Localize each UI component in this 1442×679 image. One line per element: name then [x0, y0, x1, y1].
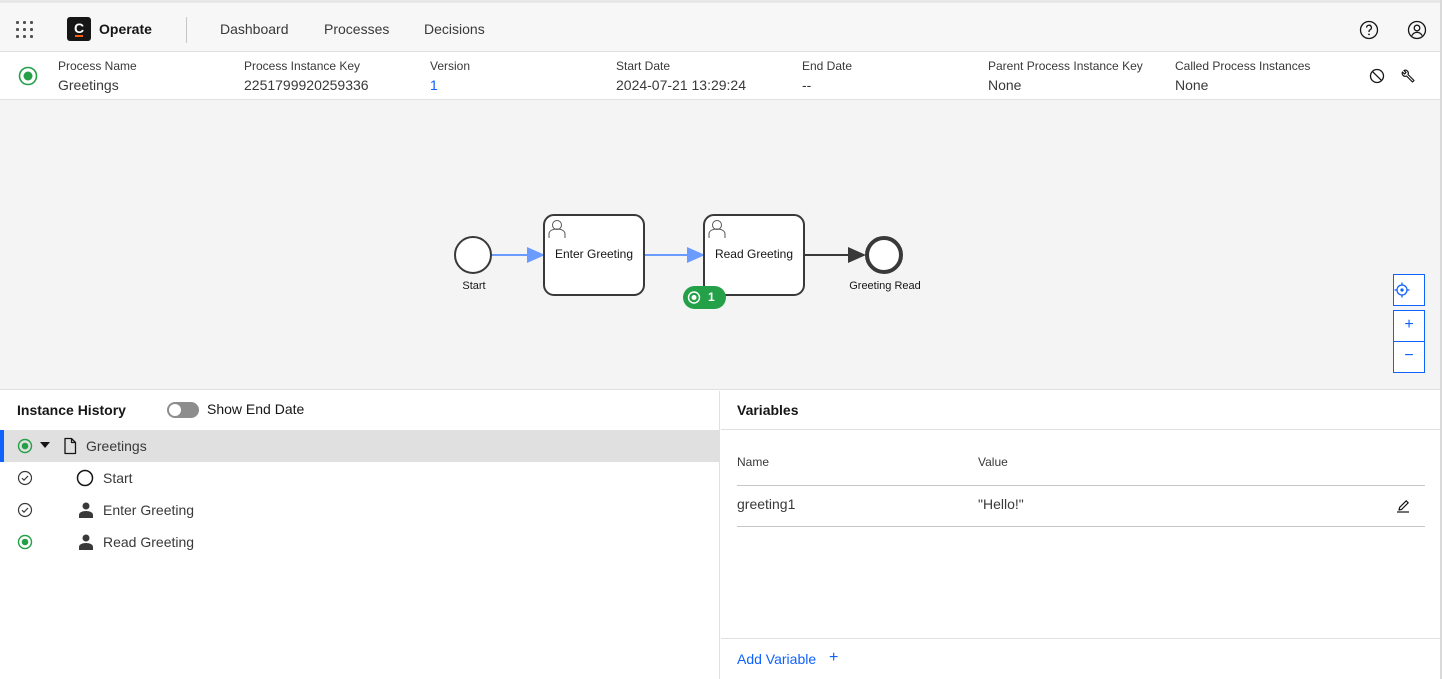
instance-history-panel: Instance History Show End Date Greetings… [0, 391, 720, 679]
camunda-logo[interactable]: C [67, 17, 91, 41]
start-event[interactable] [454, 236, 492, 274]
process-name-field: Process Name Greetings [58, 58, 137, 94]
app-name[interactable]: Operate [99, 21, 152, 37]
zoom-out-icon: − [1404, 347, 1414, 364]
field-label: End Date [802, 59, 853, 73]
start-date-field: Start Date 2024-07-21 13:29:24 [616, 58, 746, 94]
modify-icon[interactable] [1401, 68, 1417, 84]
parent-instance-field: Parent Process Instance Key None [988, 58, 1143, 94]
active-status-icon [17, 438, 33, 454]
field-label: Process Instance Key [244, 59, 361, 73]
top-navigation-bar: C Operate Dashboard Processes Decisions [0, 0, 1442, 52]
end-event[interactable] [865, 236, 903, 274]
start-event-icon [76, 469, 94, 487]
field-value: 2251799920259336 [244, 77, 369, 93]
history-row-label: Enter Greeting [103, 502, 195, 518]
variable-value: "Hello!" [978, 496, 1024, 512]
task-enter-greeting-label: Enter Greeting [554, 247, 634, 261]
edit-icon[interactable] [1395, 498, 1411, 514]
active-instances-badge[interactable] [683, 286, 726, 309]
history-row-greetings[interactable]: Greetings [0, 430, 720, 462]
show-end-date-toggle[interactable] [167, 402, 199, 418]
version-field: Version 1 [430, 58, 470, 94]
variables-title: Variables [737, 402, 799, 418]
history-row-start[interactable]: Start [0, 462, 720, 494]
active-status-icon [18, 66, 38, 86]
user-profile-icon[interactable] [1407, 20, 1427, 40]
column-header-value: Value [978, 455, 1008, 469]
nav-divider [186, 17, 187, 43]
reset-view-icon [1394, 282, 1410, 298]
nav-decisions[interactable]: Decisions [424, 21, 485, 37]
footer-divider [721, 638, 1442, 639]
badge-count: 1 [708, 290, 715, 304]
zoom-out-button[interactable]: − [1393, 341, 1425, 373]
nav-processes[interactable]: Processes [324, 21, 389, 37]
history-row-label: Greetings [86, 438, 147, 454]
field-label: Version [430, 59, 471, 73]
history-row-label: Read Greeting [103, 534, 195, 550]
field-value: Greetings [58, 77, 119, 93]
zoom-in-button[interactable]: + [1393, 310, 1425, 342]
instance-history-title: Instance History [17, 402, 126, 418]
table-header-divider [737, 485, 1425, 486]
table-row-divider [737, 526, 1425, 527]
field-label: Start Date [616, 59, 671, 73]
completed-status-icon [17, 502, 33, 518]
nav-dashboard[interactable]: Dashboard [220, 21, 289, 37]
end-date-field: End Date -- [802, 58, 852, 94]
field-label: Parent Process Instance Key [988, 59, 1143, 73]
instance-key-field: Process Instance Key 2251799920259336 [244, 58, 369, 94]
help-icon[interactable] [1359, 20, 1379, 40]
field-value: -- [802, 77, 812, 93]
field-value: None [988, 77, 1022, 93]
cancel-icon[interactable] [1369, 68, 1385, 84]
app-switcher-icon[interactable] [14, 19, 36, 41]
field-label: Process Name [58, 59, 137, 73]
end-event-label: Greeting Read [849, 280, 921, 292]
divider [721, 429, 1442, 430]
completed-status-icon [17, 470, 33, 486]
instance-header: Process Name Greetings Process Instance … [0, 52, 1442, 100]
bpmn-diagram-canvas[interactable]: Start Enter Greeting Read Greeting Greet… [0, 100, 1442, 390]
history-row-read-greeting[interactable]: Read Greeting [0, 526, 720, 558]
reset-view-button[interactable] [1393, 274, 1425, 306]
active-status-icon [17, 534, 33, 550]
history-row-label: Start [103, 470, 133, 486]
add-icon[interactable]: + [829, 649, 838, 667]
collapse-caret-icon[interactable] [40, 442, 50, 448]
user-task-icon [79, 502, 93, 518]
history-row-enter-greeting[interactable]: Enter Greeting [0, 494, 720, 526]
field-value: None [1175, 77, 1209, 93]
variable-name: greeting1 [737, 496, 796, 512]
variables-panel: Variables Name Value greeting1 "Hello!" … [721, 391, 1442, 679]
field-value: 2024-07-21 13:29:24 [616, 77, 746, 93]
zoom-in-icon: + [1404, 316, 1414, 333]
add-variable-button[interactable]: Add Variable [737, 651, 816, 667]
logo-letter: C [73, 20, 85, 36]
task-read-greeting-label: Read Greeting [714, 247, 794, 261]
start-event-label: Start [462, 280, 486, 292]
version-link[interactable]: 1 [430, 76, 470, 94]
user-task-icon [79, 534, 93, 550]
called-instances-field: Called Process Instances None [1175, 58, 1310, 94]
show-end-date-label: Show End Date [207, 401, 305, 417]
column-header-name: Name [737, 455, 770, 469]
field-label: Called Process Instances [1175, 59, 1311, 73]
process-document-icon [64, 437, 77, 455]
